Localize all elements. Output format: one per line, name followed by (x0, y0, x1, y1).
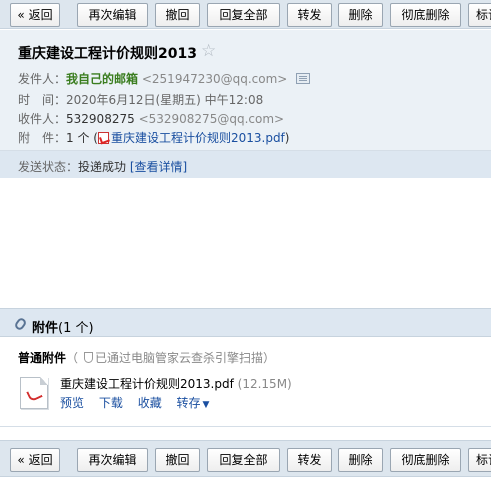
forward-button[interactable]: 转发 (287, 3, 332, 27)
attachments-count: (1 个) (58, 321, 94, 336)
back-button[interactable]: « 返回 (10, 3, 60, 27)
contact-card-icon[interactable] (296, 73, 311, 84)
scan-note-close-paren: ） (263, 351, 276, 365)
attachments-header: 附件(1 个) (0, 308, 491, 337)
delete-button-bottom[interactable]: 删除 (338, 448, 383, 472)
from-name[interactable]: 我自己的邮箱 (66, 72, 138, 86)
attachment-count-prefix: 1 个 ( (66, 131, 98, 145)
save-link[interactable]: 收藏 (138, 396, 162, 410)
shield-icon (84, 352, 94, 363)
reply-all-button-bottom[interactable]: 回复全部 (207, 448, 280, 472)
to-label: 收件人： (18, 112, 67, 126)
edit-again-button[interactable]: 再次编辑 (77, 3, 148, 27)
to-name[interactable]: 532908275 (66, 112, 135, 126)
bottom-toolbar: « 返回 再次编辑 撤回 回复全部 转发 删除 彻底删除 标记 (0, 440, 491, 477)
status-details-link[interactable]: [查看详情] (130, 160, 187, 174)
delete-permanent-button-bottom[interactable]: 彻底删除 (390, 448, 461, 472)
star-icon[interactable]: ☆ (201, 41, 216, 61)
attachments-title: 附件(1 个) (32, 317, 94, 336)
to-row: 收件人：532908275 <532908275@qq.com> (18, 110, 284, 127)
reply-all-button[interactable]: 回复全部 (207, 3, 280, 27)
send-status: 发送状态：投递成功 [查看详情] (18, 158, 187, 175)
download-link[interactable]: 下载 (99, 396, 123, 410)
recall-button[interactable]: 撤回 (155, 3, 200, 27)
attachment-link[interactable]: 重庆建设工程计价规则2013.pdf (111, 131, 285, 145)
paperclip-icon (13, 316, 28, 332)
preview-link[interactable]: 预览 (60, 396, 84, 410)
chevron-down-icon[interactable]: ▼ (203, 400, 210, 410)
from-row: 发件人：我自己的邮箱 <251947230@qq.com> (18, 70, 311, 87)
attachment-label: 附 件： (18, 131, 67, 145)
mail-subject: 重庆建设工程计价规则2013 (18, 46, 197, 62)
send-status-bar: 发送状态：投递成功 [查看详情] (0, 151, 491, 178)
attachments-title-text: 附件 (32, 321, 59, 336)
pdf-file-icon[interactable] (20, 377, 48, 409)
attachment-row: 附 件：1 个 ( 重庆建设工程计价规则2013.pdf) (18, 129, 289, 146)
top-toolbar: « 返回 再次编辑 撤回 回复全部 转发 删除 彻底删除 标记 (0, 0, 491, 29)
attachment-actions: 预览 下载 收藏 转存 ▼ (60, 394, 220, 411)
delete-permanent-button[interactable]: 彻底删除 (390, 3, 461, 27)
delete-button[interactable]: 删除 (338, 3, 383, 27)
time-value: 2020年6月12日(星期五) 中午12:08 (66, 93, 264, 107)
recall-button-bottom[interactable]: 撤回 (155, 448, 200, 472)
attachment-file-size: (12.15M) (237, 377, 292, 391)
from-address: <251947230@qq.com> (141, 72, 288, 86)
attachment-kind: 普通附件（ 已通过电脑管家云查杀引擎扫描） (18, 349, 275, 366)
status-value: 投递成功 (78, 160, 127, 174)
attachment-kind-label: 普通附件 (18, 351, 67, 365)
attachment-file: 重庆建设工程计价规则2013.pdf (12.15M) (60, 375, 292, 392)
mark-button[interactable]: 标记 (468, 3, 491, 27)
mark-button-bottom[interactable]: 标记 (468, 448, 491, 472)
forward-button-bottom[interactable]: 转发 (287, 448, 332, 472)
back-button-bottom[interactable]: « 返回 (10, 448, 60, 472)
attachments-body: 普通附件（ 已通过电脑管家云查杀引擎扫描） 重庆建设工程计价规则2013.pdf … (0, 337, 491, 427)
scan-note-open-paren: （ (66, 351, 79, 365)
time-row: 时 间：2020年6月12日(星期五) 中午12:08 (18, 91, 263, 108)
time-label: 时 间： (18, 93, 67, 107)
scan-note: 已通过电脑管家云查杀引擎扫描 (95, 351, 264, 365)
to-address: <532908275@qq.com> (138, 112, 285, 126)
edit-again-button-bottom[interactable]: 再次编辑 (77, 448, 148, 472)
attachment-count-suffix: ) (284, 131, 290, 145)
save-to-link[interactable]: 转存 (177, 396, 201, 410)
attachment-file-name[interactable]: 重庆建设工程计价规则2013.pdf (60, 377, 234, 391)
pdf-icon (97, 132, 109, 144)
mail-header: 重庆建设工程计价规则2013 ☆ 发件人：我自己的邮箱 <251947230@q… (0, 30, 491, 151)
status-label: 发送状态： (18, 160, 79, 174)
from-label: 发件人： (18, 72, 67, 86)
